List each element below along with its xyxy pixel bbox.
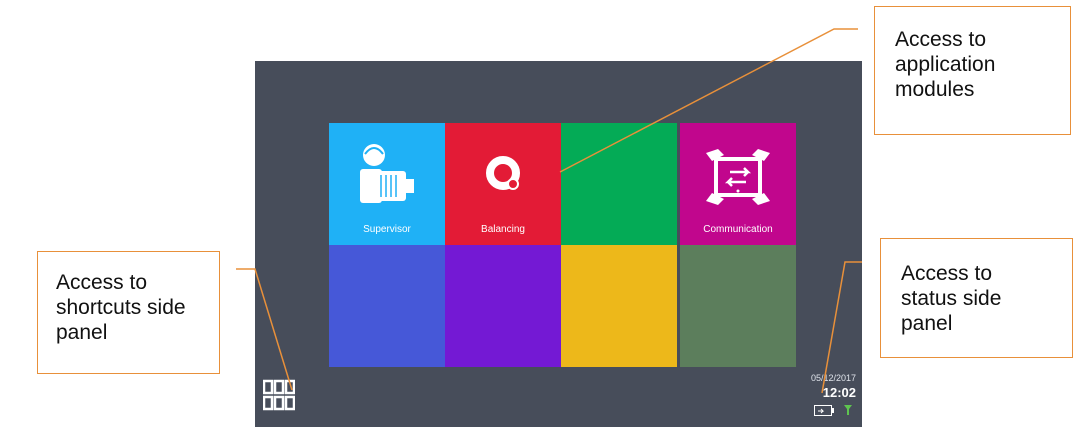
tile-supervisor-label: Supervisor	[363, 224, 411, 235]
callout-modules-text: Access to application modules	[895, 28, 996, 101]
status-icons	[786, 403, 856, 417]
tile-module-8[interactable]	[680, 245, 796, 367]
status-date: 05/12/2017	[810, 373, 856, 383]
battery-icon	[814, 405, 834, 416]
callout-modules: Access to application modules	[874, 6, 1071, 135]
connection-icon	[844, 405, 852, 415]
tile-module-3[interactable]	[561, 123, 677, 245]
supervisor-icon	[329, 141, 445, 212]
device-screen: Supervisor Balancing Communication 05/12…	[255, 61, 862, 427]
tile-balancing[interactable]: Balancing	[445, 123, 561, 245]
communication-icon	[680, 147, 796, 212]
tile-balancing-label: Balancing	[481, 224, 525, 235]
status-area[interactable]: 05/12/2017 12:02	[786, 373, 856, 417]
callout-shortcuts: Access to shortcuts side panel	[37, 251, 220, 374]
balancing-icon	[445, 153, 561, 198]
tile-module-5[interactable]	[329, 245, 445, 367]
tile-module-7[interactable]	[561, 245, 677, 367]
tile-communication[interactable]: Communication	[680, 123, 796, 245]
tile-communication-label: Communication	[703, 224, 773, 235]
status-time: 12:02	[822, 385, 856, 400]
callout-shortcuts-text: Access to shortcuts side panel	[56, 271, 186, 344]
callout-status: Access to status side panel	[880, 238, 1073, 358]
shortcuts-button[interactable]	[262, 379, 299, 415]
tile-supervisor[interactable]: Supervisor	[329, 123, 445, 245]
grid-icon	[262, 379, 296, 411]
tile-module-6[interactable]	[445, 245, 561, 367]
callout-status-text: Access to status side panel	[901, 262, 1002, 335]
